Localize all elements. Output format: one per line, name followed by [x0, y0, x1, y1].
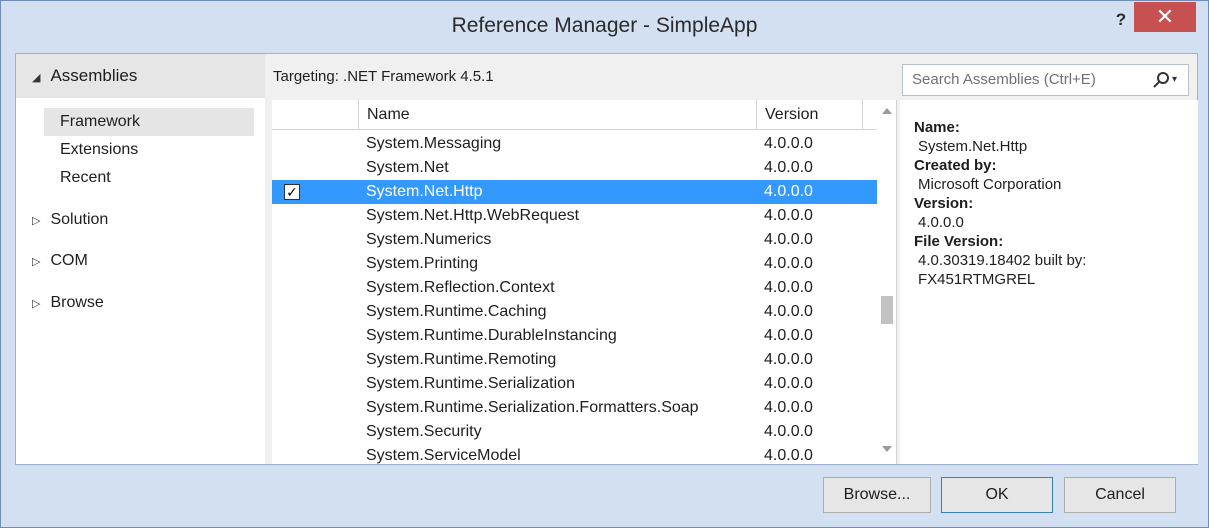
- detail-created-value: Microsoft Corporation: [918, 176, 1062, 193]
- nav-solution-label: Solution: [50, 211, 109, 228]
- assembly-name: System.Runtime.Serialization.Formatters.…: [366, 399, 699, 416]
- detail-fileversion-build: FX451RTMGREL: [918, 271, 1036, 288]
- cancel-button[interactable]: Cancel: [1064, 477, 1176, 513]
- nav-browse[interactable]: ▷ Browse: [16, 288, 265, 318]
- nav-browse-label: Browse: [50, 294, 104, 311]
- detail-name-label: Name:: [914, 119, 960, 136]
- scroll-down-icon[interactable]: [882, 446, 892, 452]
- assembly-version: 4.0.0.0: [764, 447, 813, 464]
- column-header-name[interactable]: Name: [358, 100, 756, 130]
- table-row[interactable]: System.Runtime.Remoting 4.0.0.0: [272, 348, 877, 372]
- table-row[interactable]: System.Runtime.Serialization.Formatters.…: [272, 396, 877, 420]
- table-row[interactable]: System.Runtime.DurableInstancing 4.0.0.0: [272, 324, 877, 348]
- assembly-name: System.Runtime.Remoting: [366, 351, 557, 368]
- assembly-version: 4.0.0.0: [764, 375, 813, 392]
- nav-assemblies-label: Assemblies: [50, 66, 138, 85]
- window-title: Reference Manager - SimpleApp: [451, 14, 758, 37]
- table-row[interactable]: System.Net.Http.WebRequest 4.0.0.0: [272, 204, 877, 228]
- search-icon[interactable]: [1151, 71, 1171, 89]
- nav-item-framework[interactable]: Framework: [44, 108, 254, 136]
- nav-item-extensions[interactable]: Extensions: [44, 136, 254, 164]
- close-button[interactable]: ✕: [1134, 2, 1196, 32]
- assembly-name: System.Security: [366, 423, 482, 440]
- table-row[interactable]: System.Net 4.0.0.0: [272, 156, 877, 180]
- assembly-name: System.Reflection.Context: [366, 279, 555, 296]
- column-header-version[interactable]: Version: [756, 100, 862, 130]
- assembly-version: 4.0.0.0: [764, 207, 813, 224]
- assembly-name: System.Messaging: [366, 135, 502, 152]
- assembly-name: System.ServiceModel: [366, 447, 521, 464]
- nav-com-label: COM: [50, 252, 88, 269]
- collapsed-triangle-icon: ▷: [32, 298, 41, 310]
- title-bar: Reference Manager - SimpleApp ? ✕: [1, 1, 1208, 51]
- details-pane: Name: System.Net.Http Created by: Micros…: [900, 100, 1198, 464]
- detail-created-label: Created by:: [914, 157, 997, 174]
- table-row[interactable]: System.Reflection.Context 4.0.0.0: [272, 276, 877, 300]
- nav-assemblies[interactable]: ◢ Assemblies: [16, 54, 265, 98]
- chevron-down-icon[interactable]: ▾: [1172, 65, 1177, 95]
- browse-button[interactable]: Browse...: [823, 477, 931, 513]
- collapsed-triangle-icon: ▷: [32, 215, 41, 227]
- assembly-version: 4.0.0.0: [764, 327, 813, 344]
- assembly-version: 4.0.0.0: [764, 159, 813, 176]
- expanded-triangle-icon: ◢: [32, 72, 41, 84]
- assembly-version: 4.0.0.0: [764, 183, 813, 200]
- assembly-version: 4.0.0.0: [764, 303, 813, 320]
- table-row[interactable]: System.Security 4.0.0.0: [272, 420, 877, 444]
- checkbox-checked-icon[interactable]: ✓: [284, 184, 300, 200]
- table-row[interactable]: System.Runtime.Caching 4.0.0.0: [272, 300, 877, 324]
- detail-fileversion-label: File Version:: [914, 233, 1004, 250]
- help-button[interactable]: ?: [1108, 7, 1134, 33]
- ok-button[interactable]: OK: [941, 477, 1053, 513]
- assembly-name: System.Net.Http: [366, 183, 483, 200]
- targeting-label: Targeting: .NET Framework 4.5.1: [273, 68, 494, 85]
- table-row[interactable]: System.Runtime.Serialization 4.0.0.0: [272, 372, 877, 396]
- nav-solution[interactable]: ▷ Solution: [16, 205, 265, 235]
- nav-com[interactable]: ▷ COM: [16, 246, 265, 276]
- assembly-version: 4.0.0.0: [764, 231, 813, 248]
- vertical-scrollbar[interactable]: [877, 100, 896, 464]
- assemblies-grid: Name Version System.Messaging 4.0.0.0 Syst…: [272, 100, 897, 464]
- detail-fileversion-value: 4.0.30319.18402 built by:: [918, 252, 1087, 269]
- nav-item-recent[interactable]: Recent: [44, 164, 254, 192]
- assembly-version: 4.0.0.0: [764, 423, 813, 440]
- assembly-version: 4.0.0.0: [764, 399, 813, 416]
- search-input[interactable]: Search Assemblies (Ctrl+E): [912, 65, 1096, 95]
- assembly-name: System.Runtime.Serialization: [366, 375, 575, 392]
- left-nav: ◢ Assemblies Framework Extensions Recent …: [16, 54, 265, 464]
- table-row[interactable]: System.Numerics 4.0.0.0: [272, 228, 877, 252]
- scroll-up-icon[interactable]: [882, 108, 892, 114]
- table-row[interactable]: ✓ System.Net.Http 4.0.0.0: [272, 180, 877, 204]
- assembly-name: System.Net.Http.WebRequest: [366, 207, 580, 224]
- table-row[interactable]: System.Messaging 4.0.0.0: [272, 132, 877, 156]
- assembly-name: System.Net: [366, 159, 449, 176]
- reference-manager-window: Reference Manager - SimpleApp ? ✕ ◢ Assem…: [0, 0, 1209, 528]
- detail-version-value: 4.0.0.0: [918, 214, 964, 231]
- table-row[interactable]: System.ServiceModel 4.0.0.0: [272, 444, 877, 464]
- search-box[interactable]: Search Assemblies (Ctrl+E) ▾: [902, 64, 1189, 96]
- assembly-version: 4.0.0.0: [764, 135, 813, 152]
- table-row[interactable]: System.Printing 4.0.0.0: [272, 252, 877, 276]
- grid-rows: System.Messaging 4.0.0.0 System.Net 4.0.0.0…: [272, 132, 877, 464]
- dialog-client: ◢ Assemblies Framework Extensions Recent …: [15, 53, 1198, 465]
- assembly-name: System.Printing: [366, 255, 479, 272]
- assembly-name: System.Runtime.DurableInstancing: [366, 327, 617, 344]
- assembly-version: 4.0.0.0: [764, 255, 813, 272]
- column-header-spacer: [862, 100, 877, 130]
- detail-version-label: Version:: [914, 195, 974, 212]
- detail-name-value: System.Net.Http: [918, 138, 1028, 155]
- assembly-version: 4.0.0.0: [764, 351, 813, 368]
- grid-header: Name Version: [272, 100, 877, 130]
- collapsed-triangle-icon: ▷: [32, 256, 41, 268]
- scroll-thumb[interactable]: [881, 296, 893, 324]
- assembly-name: System.Runtime.Caching: [366, 303, 547, 320]
- assembly-version: 4.0.0.0: [764, 279, 813, 296]
- assembly-name: System.Numerics: [366, 231, 492, 248]
